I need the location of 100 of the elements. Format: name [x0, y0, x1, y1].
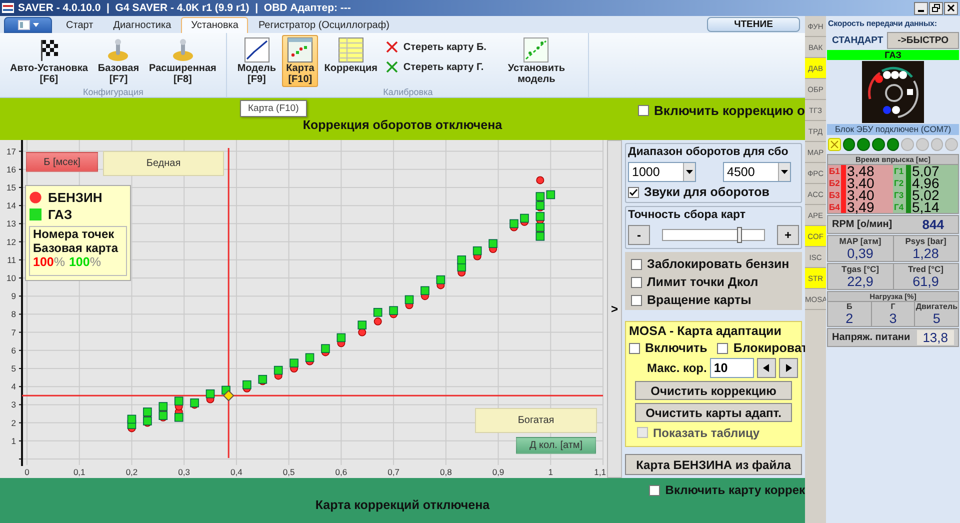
petrol-point	[374, 317, 382, 326]
ribbon-button[interactable]: Карта [F10]	[282, 35, 318, 87]
gas-point	[206, 389, 215, 398]
axis-label: 12	[6, 236, 16, 247]
axis-label: 0,3	[178, 467, 190, 477]
gas-point	[389, 306, 398, 315]
load-file-button[interactable]: Карта БЕНЗИНА из файла	[625, 454, 802, 475]
reading-value: 3	[889, 311, 897, 326]
checkbox[interactable]	[631, 276, 642, 288]
panel-title: MOSA - Карта адаптации	[629, 324, 782, 338]
gas-point	[290, 358, 298, 368]
increase-button[interactable]	[778, 358, 798, 378]
restore-button[interactable]	[929, 2, 943, 14]
injection-value: 3,49	[847, 201, 874, 213]
speed-button[interactable]: ->БЫСТРО	[887, 32, 959, 49]
gas-point	[190, 398, 199, 408]
speed-value: СТАНДАРТ	[832, 35, 884, 46]
splitter-button[interactable]: >	[607, 140, 622, 478]
gas-point	[373, 308, 382, 317]
ribbon-button[interactable]: Модель [F9]	[233, 35, 280, 87]
gas-point	[127, 414, 136, 424]
table-icon	[338, 37, 364, 63]
ribbon-button[interactable]: Стереть карту Г.	[383, 60, 488, 74]
reading-label: Б	[846, 302, 852, 311]
injection-value: 3,40	[847, 177, 874, 189]
dropdown[interactable]: 1000	[628, 162, 696, 182]
ribbon-tab[interactable]: Установка	[181, 17, 248, 33]
group-title: Точность сбора карт	[628, 208, 746, 222]
read-button[interactable]: ЧТЕНИЕ	[707, 17, 800, 32]
gas-point	[536, 212, 545, 221]
reading-value: 2	[846, 311, 854, 326]
checkbox-label: Показать таблицу	[653, 426, 760, 440]
cross-icon	[385, 40, 400, 54]
gas-point	[305, 353, 314, 362]
axis-label: 0,8	[440, 467, 452, 477]
axis-label: 6	[11, 345, 16, 356]
axis-title: Б [мсек]	[26, 152, 98, 172]
ribbon-button[interactable]: Расширенная [F8]	[145, 35, 220, 87]
section-label: Скорость передачи данных:	[827, 18, 938, 30]
ribbon-button[interactable]: Стереть карту Б.	[383, 40, 488, 54]
document-icon	[18, 20, 30, 30]
restore-icon	[932, 4, 940, 12]
ribbon-tab[interactable]: Старт	[56, 17, 104, 33]
gas-point	[472, 246, 482, 256]
cylinder-label: Б4	[828, 202, 841, 212]
slider[interactable]	[662, 229, 765, 241]
checkbox[interactable]	[631, 294, 642, 306]
checkbox[interactable]	[638, 104, 650, 116]
cylinder-label: Б2	[828, 178, 841, 188]
dropdown[interactable]: 4500	[723, 162, 791, 182]
gas-point	[536, 232, 545, 241]
axis-label: 15	[6, 182, 16, 192]
action-button[interactable]: Очистить карты адапт.	[635, 403, 792, 422]
checkbox[interactable]	[717, 342, 728, 354]
axis-label: 1	[11, 436, 16, 446]
gas-point	[536, 222, 545, 232]
minus-button[interactable]: -	[628, 225, 650, 245]
ribbon-button[interactable]: Установить модель	[490, 35, 582, 87]
app-menu-button[interactable]	[4, 17, 52, 33]
injection-value: 5,14	[912, 201, 940, 213]
axis-label: 3	[11, 400, 16, 410]
ribbon-tab[interactable]: Регистратор (Осциллограф)	[248, 17, 400, 33]
number-field[interactable]: 10	[710, 358, 754, 378]
checkbox[interactable]	[629, 342, 640, 354]
gas-point	[174, 396, 184, 406]
minimize-button[interactable]	[914, 2, 928, 14]
checkbox[interactable]	[631, 258, 642, 270]
gas-point	[143, 416, 152, 426]
decrease-button[interactable]	[756, 358, 776, 378]
cross-icon	[385, 60, 400, 74]
reading-value: 0,39	[847, 246, 874, 261]
checkbox-label: Звуки для оборотов	[644, 185, 770, 199]
plus-button[interactable]: +	[777, 225, 799, 245]
ribbon-button[interactable]: Авто-Установка [F6]	[6, 35, 92, 87]
reading-value: 844	[922, 217, 944, 232]
zone-label: Бедная	[103, 151, 224, 176]
ribbon-tab[interactable]: Диагностика	[103, 17, 182, 33]
ribbon-button[interactable]: Базовая [F7]	[94, 35, 144, 87]
legend-label: БЕНЗИН	[48, 190, 102, 205]
status-text: Карта коррекций отключена	[315, 498, 490, 512]
action-button[interactable]: Очистить коррекцию	[635, 381, 792, 400]
reading-label: Двигатель	[916, 302, 958, 311]
gas-point	[404, 295, 414, 304]
axis-label: 1,1	[594, 467, 606, 477]
axis-label: 10	[6, 272, 16, 283]
right-arrow-icon	[784, 364, 792, 372]
gas-point	[536, 192, 545, 201]
reading-label: MAP [атм]	[839, 236, 882, 246]
close-button[interactable]	[944, 2, 958, 14]
checkbox-label: Включить	[645, 341, 708, 355]
ribbon-button[interactable]: Коррекция	[320, 35, 382, 76]
zone-label: Богатая	[475, 408, 597, 433]
axis-label: 0,6	[335, 467, 348, 477]
checkbox[interactable]	[649, 484, 660, 496]
cylinder-label: Г3	[893, 190, 905, 200]
cylinder-label: Г1	[893, 166, 905, 176]
axis-label: 11	[7, 254, 16, 265]
percent-value: 100%	[68, 255, 101, 269]
checkbox-label: Вращение карты	[647, 293, 752, 307]
checkbox[interactable]	[628, 186, 639, 198]
